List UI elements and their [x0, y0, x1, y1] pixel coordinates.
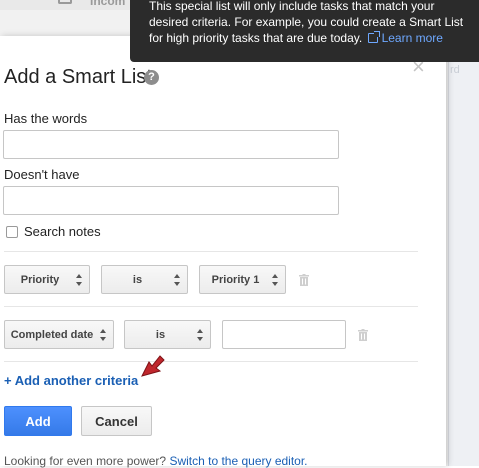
criteria-operator-value: is [132, 273, 143, 286]
trash-icon[interactable] [358, 329, 368, 341]
has-words-label: Has the words [4, 111, 88, 126]
dialog-title: Add a Smart List [4, 66, 152, 88]
background-faint-text: rd [450, 64, 460, 76]
select-arrows-icon [76, 274, 83, 286]
add-criteria-link[interactable]: + Add another criteria [4, 373, 138, 388]
criteria-field-value: Priority [20, 273, 60, 286]
criteria-value-select[interactable]: Priority 1 [199, 265, 286, 294]
criteria-field-select[interactable]: Completed date [4, 320, 114, 349]
doesnt-have-label: Doesn't have [4, 167, 80, 182]
criteria-operator-select[interactable]: is [101, 265, 188, 294]
cancel-button[interactable]: Cancel [81, 406, 152, 436]
select-arrows-icon [272, 274, 279, 286]
smart-list-dialog: Add a Smart List ? × Has the words Doesn… [0, 36, 446, 468]
divider [4, 361, 418, 362]
divider [4, 306, 418, 307]
criteria-value-value: Priority 1 [211, 273, 260, 286]
has-words-input[interactable] [3, 130, 339, 159]
help-icon[interactable]: ? [144, 70, 159, 85]
trash-icon[interactable] [299, 274, 309, 286]
divider [4, 251, 418, 252]
criteria-operator-select[interactable]: is [124, 320, 211, 349]
print-icon [58, 0, 72, 4]
tooltip-text: This special list will only include task… [149, 0, 469, 46]
select-arrows-icon [197, 329, 204, 341]
external-link-icon [367, 31, 380, 43]
criteria-operator-value: is [155, 328, 166, 341]
criteria-field-value: Completed date [10, 328, 94, 341]
add-button[interactable]: Add [4, 406, 72, 436]
criteria-date-input[interactable] [222, 320, 346, 349]
help-tooltip: This special list will only include task… [130, 0, 479, 62]
search-notes-checkbox[interactable] [6, 226, 18, 238]
select-arrows-icon [174, 274, 181, 286]
select-arrows-icon [100, 329, 107, 341]
background-inbox-label: Incom [90, 0, 126, 8]
search-notes-label: Search notes [24, 224, 101, 239]
criteria-field-select[interactable]: Priority [4, 265, 90, 294]
doesnt-have-input[interactable] [3, 186, 339, 215]
learn-more-link[interactable]: Learn more [382, 31, 443, 45]
red-pointer-arrow [141, 355, 165, 377]
